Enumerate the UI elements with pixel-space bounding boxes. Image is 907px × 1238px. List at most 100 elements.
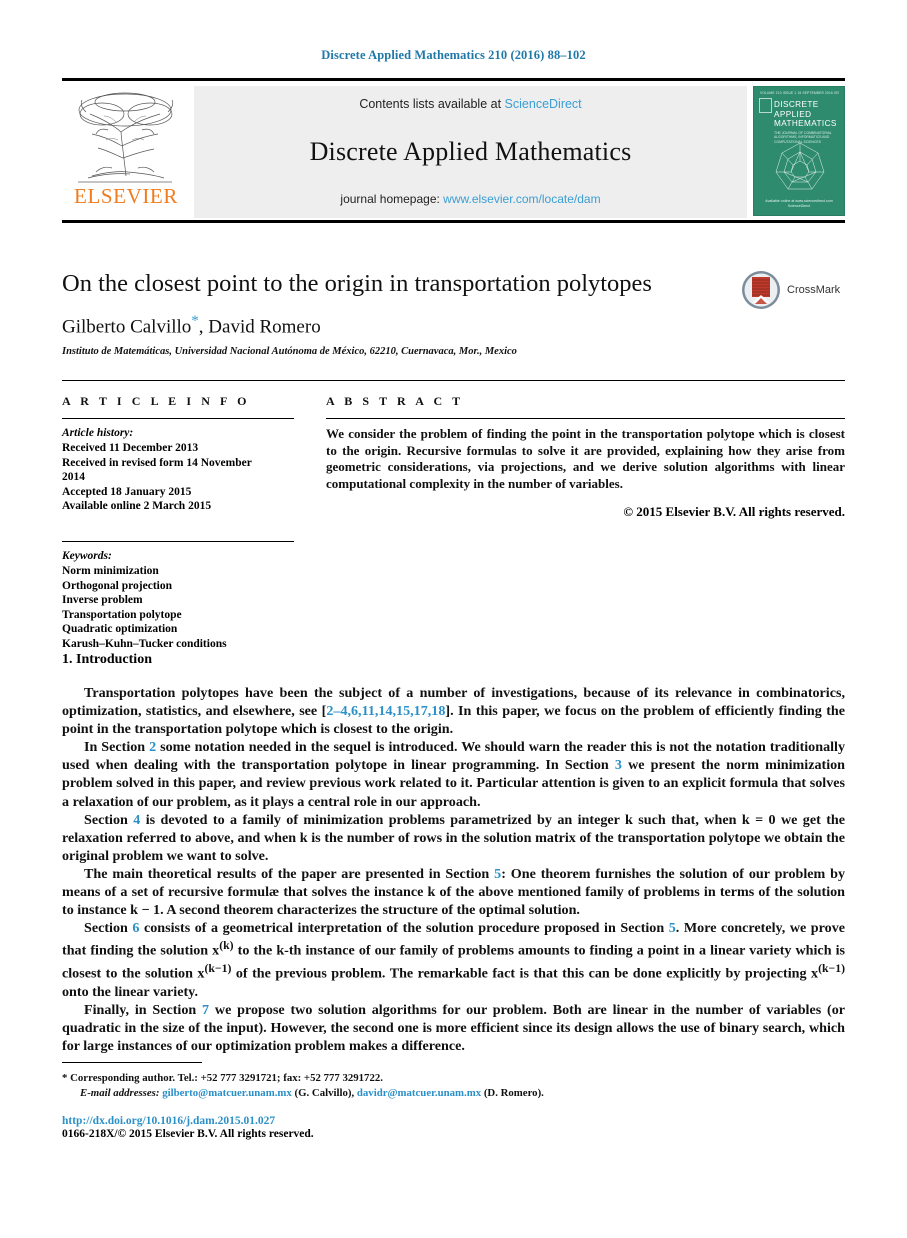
email-note: E-mail addresses: gilberto@matcuer.unam.… [62, 1086, 845, 1101]
author-primary: Gilberto Calvillo [62, 316, 192, 338]
homepage-prefix: journal homepage: [340, 192, 440, 206]
footnote-rule [62, 1062, 202, 1063]
paragraph-6: Finally, in Section 7 we propose two sol… [62, 1001, 845, 1055]
history-item: Received in revised form 14 November [62, 456, 252, 469]
p5-text-e: of the previous problem. The remarkable … [231, 965, 819, 982]
cover-title: DISCRETE APPLIED MATHEMATICS [774, 100, 840, 129]
article-info-rule [62, 418, 294, 419]
cover-issue-strip: VOLUME 210 ISSUE 1 15 SEPTEMBER 2016 ISS… [760, 91, 839, 95]
abstract-rule [326, 418, 845, 419]
paragraph-2: In Section 2 some notation needed in the… [62, 738, 845, 810]
cover-graph-icon [775, 142, 825, 190]
elsevier-tree-icon [78, 92, 174, 183]
issn-copyright-line: 0166-218X/© 2015 Elsevier B.V. All right… [62, 1128, 314, 1140]
abstract-column: A B S T R A C T We consider the problem … [326, 394, 845, 652]
history-item: Available online 2 March 2015 [62, 500, 212, 513]
section-ref-3[interactable]: 3 [615, 757, 622, 773]
title-top-rule [62, 220, 845, 223]
citation-links[interactable]: 2–4,6,11,14,15,17,18 [326, 703, 445, 719]
p5-text-b: consists of a geometrical interpretation… [139, 920, 669, 937]
p5-text-a: Section [84, 920, 133, 937]
paragraph-3: Section 4 is devoted to a family of mini… [62, 811, 845, 865]
p4-text-a: The main theoretical results of the pape… [84, 865, 495, 882]
article-info-heading: A R T I C L E I N F O [62, 394, 251, 408]
paragraph-4: The main theoretical results of the pape… [62, 865, 845, 919]
p2-text-a: In Section [84, 739, 150, 756]
journal-homepage-link[interactable]: www.elsevier.com/locate/dam [443, 192, 600, 206]
abstract-text: We consider the problem of finding the p… [326, 426, 845, 491]
corresponding-author-text: Corresponding author. Tel.: +52 777 3291… [70, 1072, 383, 1084]
keyword-item: Norm minimization [62, 564, 159, 577]
email-label: E-mail addresses: [80, 1086, 160, 1099]
author-secondary: , David Romero [198, 316, 321, 338]
history-item: Accepted 18 January 2015 [62, 485, 192, 498]
crossmark-label: CrossMark [787, 284, 841, 296]
journal-band: Contents lists available at ScienceDirec… [194, 86, 747, 218]
journal-homepage-line: journal homepage: www.elsevier.com/locat… [340, 192, 600, 206]
crossmark-icon [742, 271, 780, 309]
cover-title-line2: APPLIED [774, 109, 812, 119]
superscript-k-minus-1: (k−1) [204, 962, 232, 976]
running-head: Discrete Applied Mathematics 210 (2016) … [321, 48, 586, 62]
p3-text-a: Section [84, 811, 134, 828]
contents-list-line: Contents lists available at ScienceDirec… [359, 97, 581, 111]
journal-masthead: ELSEVIER Contents lists available at Sci… [62, 78, 845, 218]
contents-prefix: Contents lists available at [359, 97, 502, 111]
keyword-item: Quadratic optimization [62, 623, 178, 636]
article-info-column: A R T I C L E I N F O Article history: R… [62, 394, 294, 652]
footnote-area: * Corresponding author. Tel.: +52 777 32… [62, 1062, 845, 1140]
email-link-romero[interactable]: davidr@matcuer.unam.mx [357, 1087, 481, 1099]
abstract-copyright: © 2015 Elsevier B.V. All rights reserved… [623, 504, 845, 520]
section-ref-5b[interactable]: 5 [669, 920, 676, 936]
journal-title: Discrete Applied Mathematics [309, 136, 632, 166]
body-area: 1. Introduction Transportation polytopes… [62, 652, 845, 1055]
keyword-item: Transportation polytope [62, 608, 182, 621]
section-title-text: Introduction [76, 652, 152, 667]
sciencedirect-link[interactable]: ScienceDirect [505, 97, 582, 111]
title-area: CrossMark On the closest point to the or… [62, 220, 845, 357]
journal-cover-thumbnail: VOLUME 210 ISSUE 1 15 SEPTEMBER 2016 ISS… [753, 86, 845, 216]
corresponding-author-marker[interactable]: * [191, 313, 199, 329]
keyword-item: Karush–Kuhn–Tucker conditions [62, 637, 227, 650]
history-item: Received 11 December 2013 [62, 442, 199, 454]
email-owner-calvillo: (G. Calvillo), [294, 1086, 355, 1099]
cover-footer-line2: ScienceDirect [787, 204, 811, 208]
superscript-k: (k) [219, 939, 234, 953]
asterisk-icon: * [62, 1072, 68, 1084]
paragraph-1: Transportation polytopes have been the s… [62, 684, 845, 738]
info-columns: A R T I C L E I N F O Article history: R… [62, 394, 845, 652]
elsevier-logo-block: ELSEVIER [62, 86, 190, 218]
superscript-k-minus-1b: (k−1) [818, 962, 845, 976]
masthead-top-rule [62, 78, 845, 81]
keyword-item: Inverse problem [62, 594, 143, 607]
email-owner-romero: (D. Romero). [483, 1086, 544, 1099]
masthead-body: ELSEVIER Contents lists available at Sci… [62, 86, 845, 218]
elsevier-wordmark: ELSEVIER [74, 184, 178, 208]
cover-title-line1: DISCRETE [774, 100, 819, 109]
cover-elsevier-mark-icon [759, 98, 772, 113]
p3-text-b: is devoted to a family of minimization p… [62, 811, 845, 864]
cover-footer: Available online at www.sciencedirect.co… [754, 199, 844, 209]
p5-text-f: onto the linear variety. [62, 983, 198, 1000]
info-top-rule [62, 380, 845, 381]
doi-link[interactable]: http://dx.doi.org/10.1016/j.dam.2015.01.… [62, 1115, 845, 1127]
affiliation: Instituto de Matemáticas, Universidad Na… [62, 346, 517, 358]
keywords-block: Keywords: Norm minimization Orthogonal p… [62, 540, 294, 652]
paper-page: Discrete Applied Mathematics 210 (2016) … [0, 0, 907, 1238]
paragraph-5: Section 6 consists of a geometrical inte… [62, 919, 845, 1001]
corresponding-author-note: * Corresponding author. Tel.: +52 777 32… [62, 1071, 845, 1086]
keyword-item: Orthogonal projection [62, 579, 172, 592]
crossmark-badge[interactable]: CrossMark [741, 268, 845, 312]
keywords-rule [62, 540, 294, 542]
keywords-label: Keywords: [62, 549, 112, 562]
article-title: On the closest point to the origin in tr… [62, 270, 652, 297]
abstract-heading: A B S T R A C T [326, 394, 464, 408]
info-abstract-area: A R T I C L E I N F O Article history: R… [62, 380, 845, 652]
p6-text-a: Finally, in Section [84, 1001, 203, 1018]
article-history-label: Article history: [62, 427, 134, 439]
email-link-calvillo[interactable]: gilberto@matcuer.unam.mx [162, 1087, 292, 1099]
cover-title-line3: MATHEMATICS [774, 119, 837, 129]
section-heading-introduction: 1. Introduction [62, 652, 845, 668]
section-number: 1. [62, 652, 73, 667]
history-item: 2014 [62, 471, 85, 484]
